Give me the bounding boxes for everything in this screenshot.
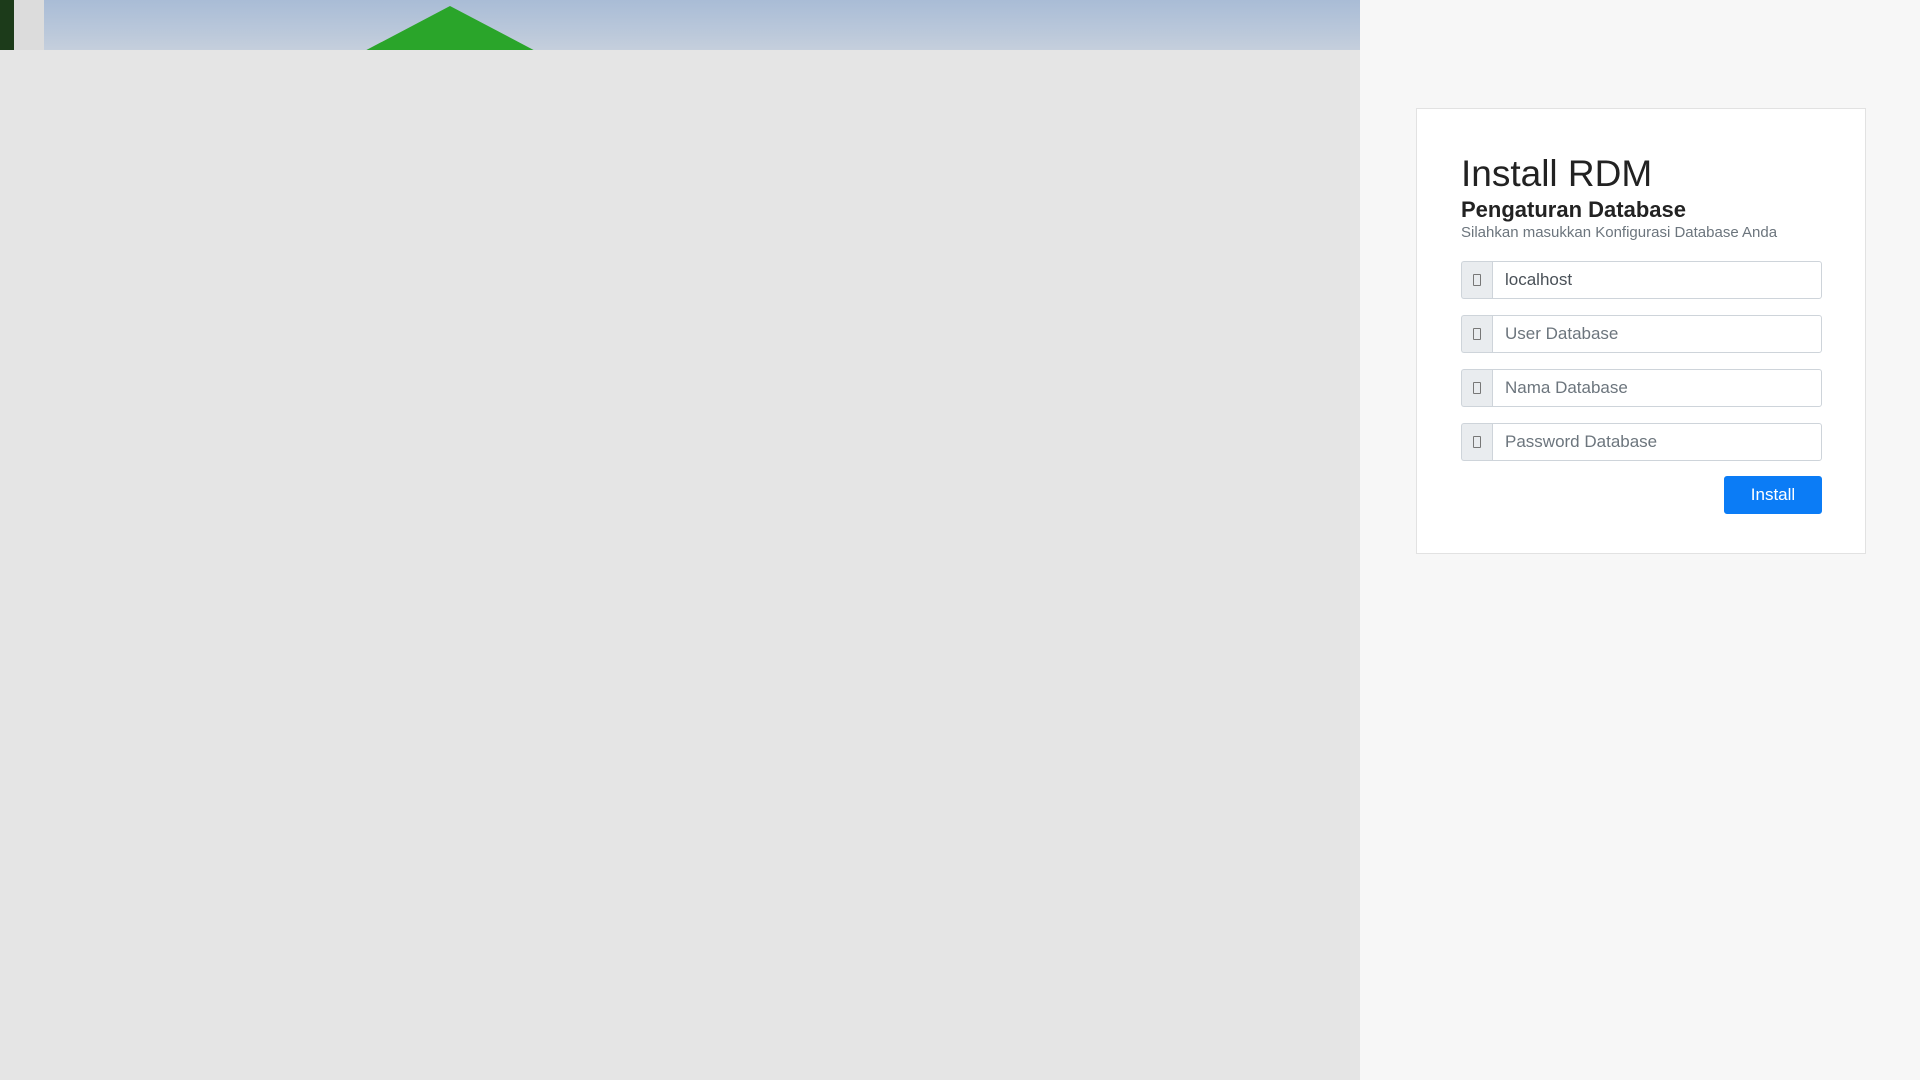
left-image-pane	[0, 0, 1360, 1080]
photo-post-dark	[0, 0, 14, 50]
background-photo	[0, 0, 1360, 50]
install-button[interactable]: Install	[1724, 476, 1822, 514]
section-subtitle: Pengaturan Database	[1461, 197, 1686, 222]
database-fields	[1461, 261, 1822, 461]
install-card: Install RDM Pengaturan Database Silahkan…	[1416, 108, 1866, 554]
password-field-group	[1461, 423, 1822, 461]
page-title: Install RDM	[1461, 153, 1653, 194]
lock-icon	[1461, 423, 1492, 461]
user-icon	[1461, 315, 1492, 353]
database-icon	[1461, 369, 1492, 407]
dbname-field-group	[1461, 369, 1822, 407]
user-database-input[interactable]	[1492, 315, 1822, 353]
right-form-pane: Install RDM Pengaturan Database Silahkan…	[1360, 0, 1920, 1080]
server-icon	[1461, 261, 1492, 299]
photo-post-light	[14, 0, 44, 50]
host-input[interactable]	[1492, 261, 1822, 299]
user-field-group	[1461, 315, 1822, 353]
password-database-input[interactable]	[1492, 423, 1822, 461]
database-name-input[interactable]	[1492, 369, 1822, 407]
instruction-text: Silahkan masukkan Konfigurasi Database A…	[1461, 224, 1778, 241]
form-actions: Install	[1461, 476, 1822, 514]
photo-green-roof	[355, 6, 545, 50]
host-field-group	[1461, 261, 1822, 299]
